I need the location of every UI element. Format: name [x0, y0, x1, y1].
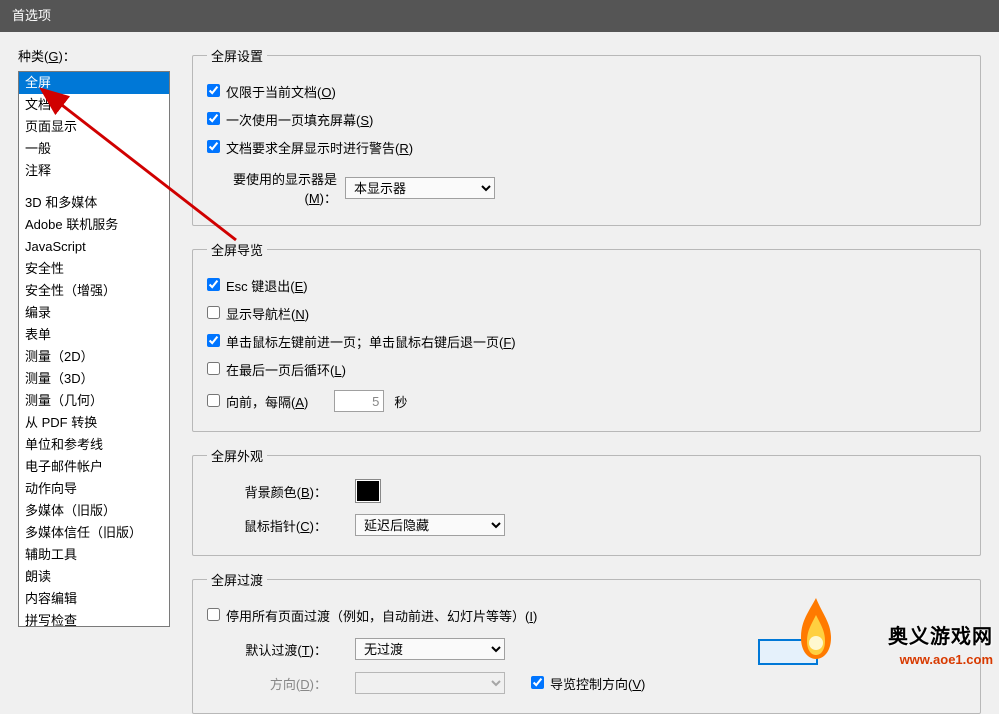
click-nav-checkbox[interactable]	[207, 334, 220, 347]
listbox-item[interactable]: 文档	[19, 94, 169, 116]
disable-transition-checkbox-label[interactable]: 停用所有页面过渡（例如，自动前进、幻灯片等等）(I)	[207, 606, 537, 625]
esc-checkbox[interactable]	[207, 278, 220, 291]
fullscreen-nav-group: 全屏导览 Esc 键退出(E) 显示导航栏(N) 单击鼠标左键前进一页；单击鼠标…	[192, 240, 981, 432]
navbar-checkbox[interactable]	[207, 306, 220, 319]
default-transition-label: 默认过渡(T)：	[207, 640, 327, 659]
listbox-item[interactable]: 动作向导	[19, 478, 169, 500]
one-page-checkbox[interactable]	[207, 112, 220, 125]
listbox-item[interactable]: 安全性	[19, 258, 169, 280]
esc-checkbox-label[interactable]: Esc 键退出(E)	[207, 276, 308, 295]
listbox-item[interactable]: 拼写检查	[19, 610, 169, 627]
fullscreen-transition-legend: 全屏过渡	[207, 570, 267, 589]
listbox-item[interactable]: 朗读	[19, 566, 169, 588]
one-page-checkbox-label[interactable]: 一次使用一页填充屏幕(S)	[207, 110, 373, 129]
listbox-item[interactable]: 多媒体信任（旧版）	[19, 522, 169, 544]
settings-panel: 全屏设置 仅限于当前文档(O) 一次使用一页填充屏幕(S) 文档要求全屏显示时进…	[170, 46, 981, 671]
listbox-item[interactable]: 测量（几何）	[19, 390, 169, 412]
window-titlebar: 首选项	[0, 0, 999, 32]
loop-checkbox-label[interactable]: 在最后一页后循环(L)	[207, 360, 346, 379]
category-label: 种类(G)：	[18, 46, 170, 65]
listbox-item[interactable]: 从 PDF 转换	[19, 412, 169, 434]
advance-checkbox-label[interactable]: 向前，每隔(A)	[207, 392, 308, 411]
navcontrol-checkbox-label[interactable]: 导览控制方向(V)	[531, 674, 645, 693]
click-nav-checkbox-label[interactable]: 单击鼠标左键前进一页；单击鼠标右键后退一页(F)	[207, 332, 516, 351]
default-transition-select[interactable]: 无过渡	[355, 638, 505, 660]
fullscreen-setup-group: 全屏设置 仅限于当前文档(O) 一次使用一页填充屏幕(S) 文档要求全屏显示时进…	[192, 46, 981, 226]
listbox-item[interactable]: 3D 和多媒体	[19, 192, 169, 214]
listbox-item[interactable]: 表单	[19, 324, 169, 346]
listbox-item[interactable]: 内容编辑	[19, 588, 169, 610]
listbox-item[interactable]: JavaScript	[19, 236, 169, 258]
fullscreen-nav-legend: 全屏导览	[207, 240, 267, 259]
window-title: 首选项	[12, 8, 51, 23]
monitor-label: 要使用的显示器是(M)：	[207, 169, 337, 207]
bgcolor-swatch	[357, 481, 379, 501]
listbox-item[interactable]: 辅助工具	[19, 544, 169, 566]
direction-select	[355, 672, 505, 694]
disable-transition-checkbox[interactable]	[207, 608, 220, 621]
category-listbox[interactable]: 全屏文档页面显示一般注释3D 和多媒体Adobe 联机服务JavaScript安…	[18, 71, 170, 627]
loop-checkbox[interactable]	[207, 362, 220, 375]
listbox-item[interactable]: 多媒体（旧版）	[19, 500, 169, 522]
navbar-checkbox-label[interactable]: 显示导航栏(N)	[207, 304, 309, 323]
listbox-item[interactable]: 全屏	[19, 72, 169, 94]
monitor-select[interactable]: 本显示器	[345, 177, 495, 199]
listbox-item[interactable]: 编录	[19, 302, 169, 324]
sidebar: 种类(G)： 全屏文档页面显示一般注释 3D 和多媒体Adobe 联机服务Java…	[18, 46, 170, 671]
listbox-item[interactable]: 测量（3D）	[19, 368, 169, 390]
only-current-checkbox-label[interactable]: 仅限于当前文档(O)	[207, 82, 336, 101]
cursor-label: 鼠标指针(C)：	[207, 516, 327, 535]
fullscreen-appearance-legend: 全屏外观	[207, 446, 267, 465]
advance-unit-label: 秒	[394, 392, 407, 411]
cursor-select[interactable]: 延迟后隐藏	[355, 514, 505, 536]
advance-checkbox[interactable]	[207, 394, 220, 407]
direction-label: 方向(D)：	[207, 674, 327, 693]
fullscreen-appearance-group: 全屏外观 背景颜色(B)： 鼠标指针(C)： 延迟后隐藏	[192, 446, 981, 556]
only-current-checkbox[interactable]	[207, 84, 220, 97]
warn-checkbox-label[interactable]: 文档要求全屏显示时进行警告(R)	[207, 138, 413, 157]
listbox-item[interactable]: 注释	[19, 160, 169, 182]
bgcolor-label: 背景颜色(B)：	[207, 482, 327, 501]
fullscreen-setup-legend: 全屏设置	[207, 46, 267, 65]
bgcolor-swatch-button[interactable]	[355, 479, 381, 503]
listbox-item[interactable]: 安全性（增强）	[19, 280, 169, 302]
listbox-item[interactable]: Adobe 联机服务	[19, 214, 169, 236]
dialog-button[interactable]	[758, 639, 818, 665]
warn-checkbox[interactable]	[207, 140, 220, 153]
listbox-item[interactable]: 单位和参考线	[19, 434, 169, 456]
navcontrol-checkbox[interactable]	[531, 676, 544, 689]
listbox-item[interactable]: 一般	[19, 138, 169, 160]
listbox-item[interactable]: 电子邮件帐户	[19, 456, 169, 478]
listbox-item[interactable]: 页面显示	[19, 116, 169, 138]
listbox-item[interactable]: 测量（2D）	[19, 346, 169, 368]
content-area: 种类(G)： 全屏文档页面显示一般注释 3D 和多媒体Adobe 联机服务Java…	[0, 32, 999, 671]
fullscreen-transition-group: 全屏过渡 停用所有页面过渡（例如，自动前进、幻灯片等等）(I) 默认过渡(T)：…	[192, 570, 981, 714]
advance-seconds-input[interactable]	[334, 390, 384, 412]
